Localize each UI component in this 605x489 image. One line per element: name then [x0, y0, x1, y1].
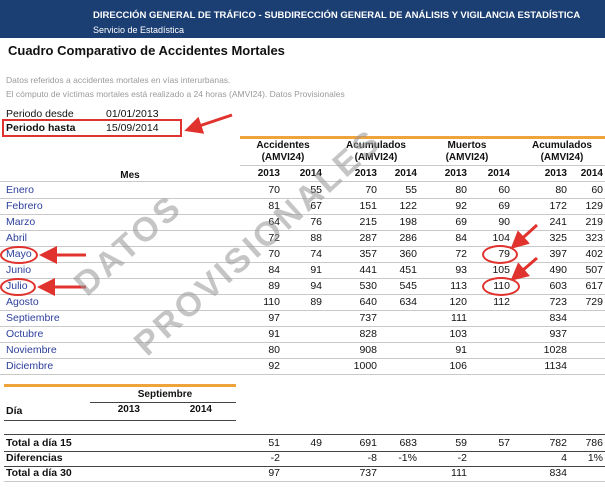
sept-accent-line: [4, 384, 236, 387]
summary-cell: -2: [457, 452, 467, 464]
sept-title: Septiembre: [137, 389, 193, 400]
summary-cell: 834: [549, 467, 567, 479]
arrow-julio-muertos: [510, 256, 538, 281]
summary-divider: [4, 481, 605, 482]
summary-cell: 51: [268, 437, 280, 449]
summary-cell: 1%: [587, 452, 603, 464]
highlight-arrows: [37, 113, 539, 296]
sept-header-divider: [4, 420, 236, 421]
summary-cell: 683: [399, 437, 417, 449]
summary-cell: -8: [367, 452, 377, 464]
arrow-periodo-hasta: [184, 113, 233, 134]
summary-cell: -1%: [398, 452, 417, 464]
summary-cell: 97: [268, 467, 280, 479]
summary-divider: [4, 451, 605, 452]
summary-divider: [4, 466, 605, 467]
summary-cell: 57: [498, 437, 510, 449]
arrow-mayo-muertos: [510, 223, 539, 250]
dia-label: Día: [6, 405, 23, 417]
summary-label: Diferencias: [6, 452, 63, 464]
sept-year-2013: 2013: [117, 404, 140, 415]
summary-cell: 786: [585, 437, 603, 449]
sept-year-2014: 2014: [189, 404, 212, 415]
summary-label: Total a día 15: [6, 437, 72, 449]
summary-cell: 111: [451, 467, 467, 479]
bottom-top-line: [4, 434, 605, 435]
summary-cell: 691: [359, 437, 377, 449]
summary-cell: 59: [455, 437, 467, 449]
sept-title-underline: [90, 402, 236, 403]
summary-cell: -2: [270, 452, 280, 464]
summary-cell: 49: [310, 437, 322, 449]
summary-cell: 737: [359, 467, 377, 479]
summary-label: Total a día 30: [6, 467, 72, 479]
